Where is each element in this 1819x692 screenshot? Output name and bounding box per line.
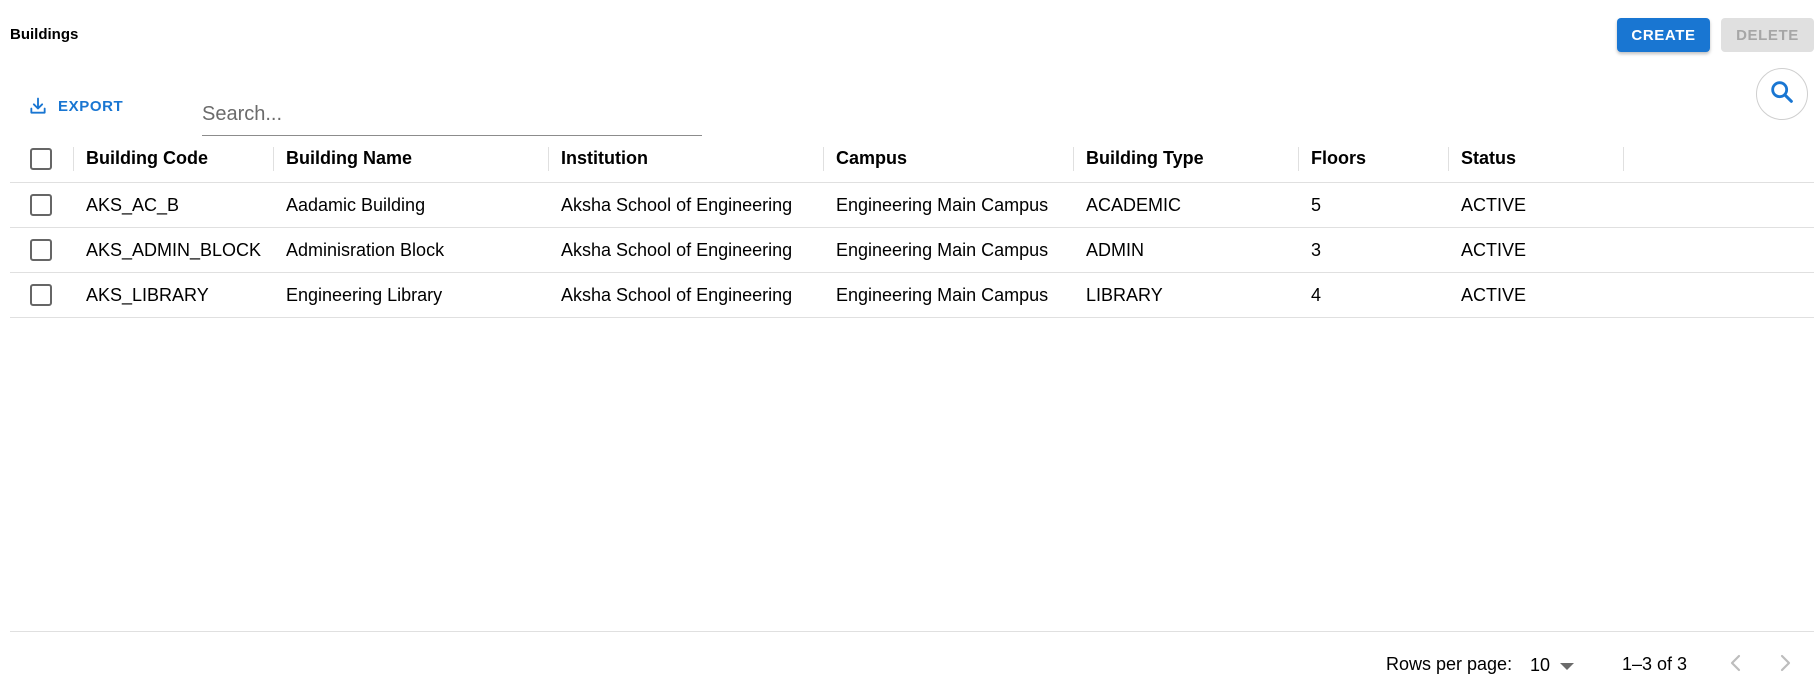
- column-separator: [1073, 147, 1074, 171]
- download-icon: [28, 96, 48, 116]
- column-separator: [273, 147, 274, 171]
- cell-campus: Engineering Main Campus: [836, 239, 1049, 260]
- column-separator: [1298, 147, 1299, 171]
- create-button[interactable]: CREATE: [1617, 18, 1710, 52]
- column-header-building-code[interactable]: Building Code: [86, 135, 208, 182]
- cell-institution: Aksha School of Engineering: [561, 194, 793, 215]
- cell-building-name: Aadamic Building: [286, 194, 426, 215]
- column-separator: [1623, 147, 1624, 171]
- column-header-institution[interactable]: Institution: [561, 135, 648, 182]
- cell-floors: 4: [1311, 284, 1322, 305]
- cell-institution: Aksha School of Engineering: [561, 284, 793, 305]
- caret-down-icon: [1560, 655, 1575, 676]
- column-header-status[interactable]: Status: [1461, 135, 1516, 182]
- cell-building-code: AKS_ADMIN_BLOCK: [86, 239, 262, 260]
- previous-page-button[interactable]: [1721, 650, 1751, 680]
- page-title: Buildings: [10, 26, 79, 43]
- cell-floors: 3: [1311, 239, 1322, 260]
- cell-status: ACTIVE: [1461, 194, 1527, 215]
- delete-button[interactable]: DELETE: [1721, 18, 1814, 52]
- next-page-button[interactable]: [1770, 650, 1800, 680]
- table-row[interactable]: AKS_LIBRARY Engineering Library Aksha Sc…: [10, 273, 1814, 318]
- table-header-row: Building Code Building Name Institution …: [10, 135, 1814, 183]
- export-label: EXPORT: [58, 97, 124, 115]
- table-row[interactable]: AKS_ADMIN_BLOCK Adminisration Block Aksh…: [10, 228, 1814, 273]
- column-separator: [1448, 147, 1449, 171]
- cell-building-type: ACADEMIC: [1086, 194, 1182, 215]
- buildings-table: Building Code Building Name Institution …: [10, 135, 1814, 318]
- column-header-building-name[interactable]: Building Name: [286, 135, 412, 182]
- rows-per-page-value: 10: [1530, 654, 1551, 675]
- column-separator: [548, 147, 549, 171]
- pagination-range: 1–3 of 3: [1622, 654, 1688, 674]
- rows-per-page-select[interactable]: 10: [1530, 652, 1575, 678]
- column-header-building-type[interactable]: Building Type: [1086, 135, 1204, 182]
- cell-building-type: ADMIN: [1086, 239, 1144, 260]
- column-header-floors[interactable]: Floors: [1311, 135, 1366, 182]
- row-checkbox[interactable]: [30, 194, 52, 216]
- cell-campus: Engineering Main Campus: [836, 284, 1049, 305]
- column-header-campus[interactable]: Campus: [836, 135, 907, 182]
- search-field: [202, 94, 702, 136]
- export-button[interactable]: EXPORT: [18, 90, 133, 122]
- chevron-right-icon: [1777, 653, 1793, 678]
- row-checkbox[interactable]: [30, 284, 52, 306]
- cell-floors: 5: [1311, 194, 1322, 215]
- column-separator: [73, 147, 74, 171]
- cell-institution: Aksha School of Engineering: [561, 239, 793, 260]
- search-icon: [1768, 78, 1796, 111]
- row-checkbox[interactable]: [30, 239, 52, 261]
- cell-building-code: AKS_AC_B: [86, 194, 180, 215]
- select-all-checkbox[interactable]: [30, 147, 52, 170]
- column-separator: [823, 147, 824, 171]
- footer-divider: [10, 631, 1814, 632]
- cell-building-code: AKS_LIBRARY: [86, 284, 209, 305]
- cell-building-name: Engineering Library: [286, 284, 443, 305]
- cell-building-name: Adminisration Block: [286, 239, 445, 260]
- search-button[interactable]: [1756, 68, 1808, 120]
- rows-per-page-label: Rows per page:: [1386, 654, 1513, 674]
- cell-status: ACTIVE: [1461, 239, 1527, 260]
- chevron-left-icon: [1728, 653, 1744, 678]
- cell-campus: Engineering Main Campus: [836, 194, 1049, 215]
- search-input[interactable]: [202, 94, 702, 134]
- cell-building-type: LIBRARY: [1086, 284, 1163, 305]
- cell-status: ACTIVE: [1461, 284, 1527, 305]
- table-row[interactable]: AKS_AC_B Aadamic Building Aksha School o…: [10, 183, 1814, 228]
